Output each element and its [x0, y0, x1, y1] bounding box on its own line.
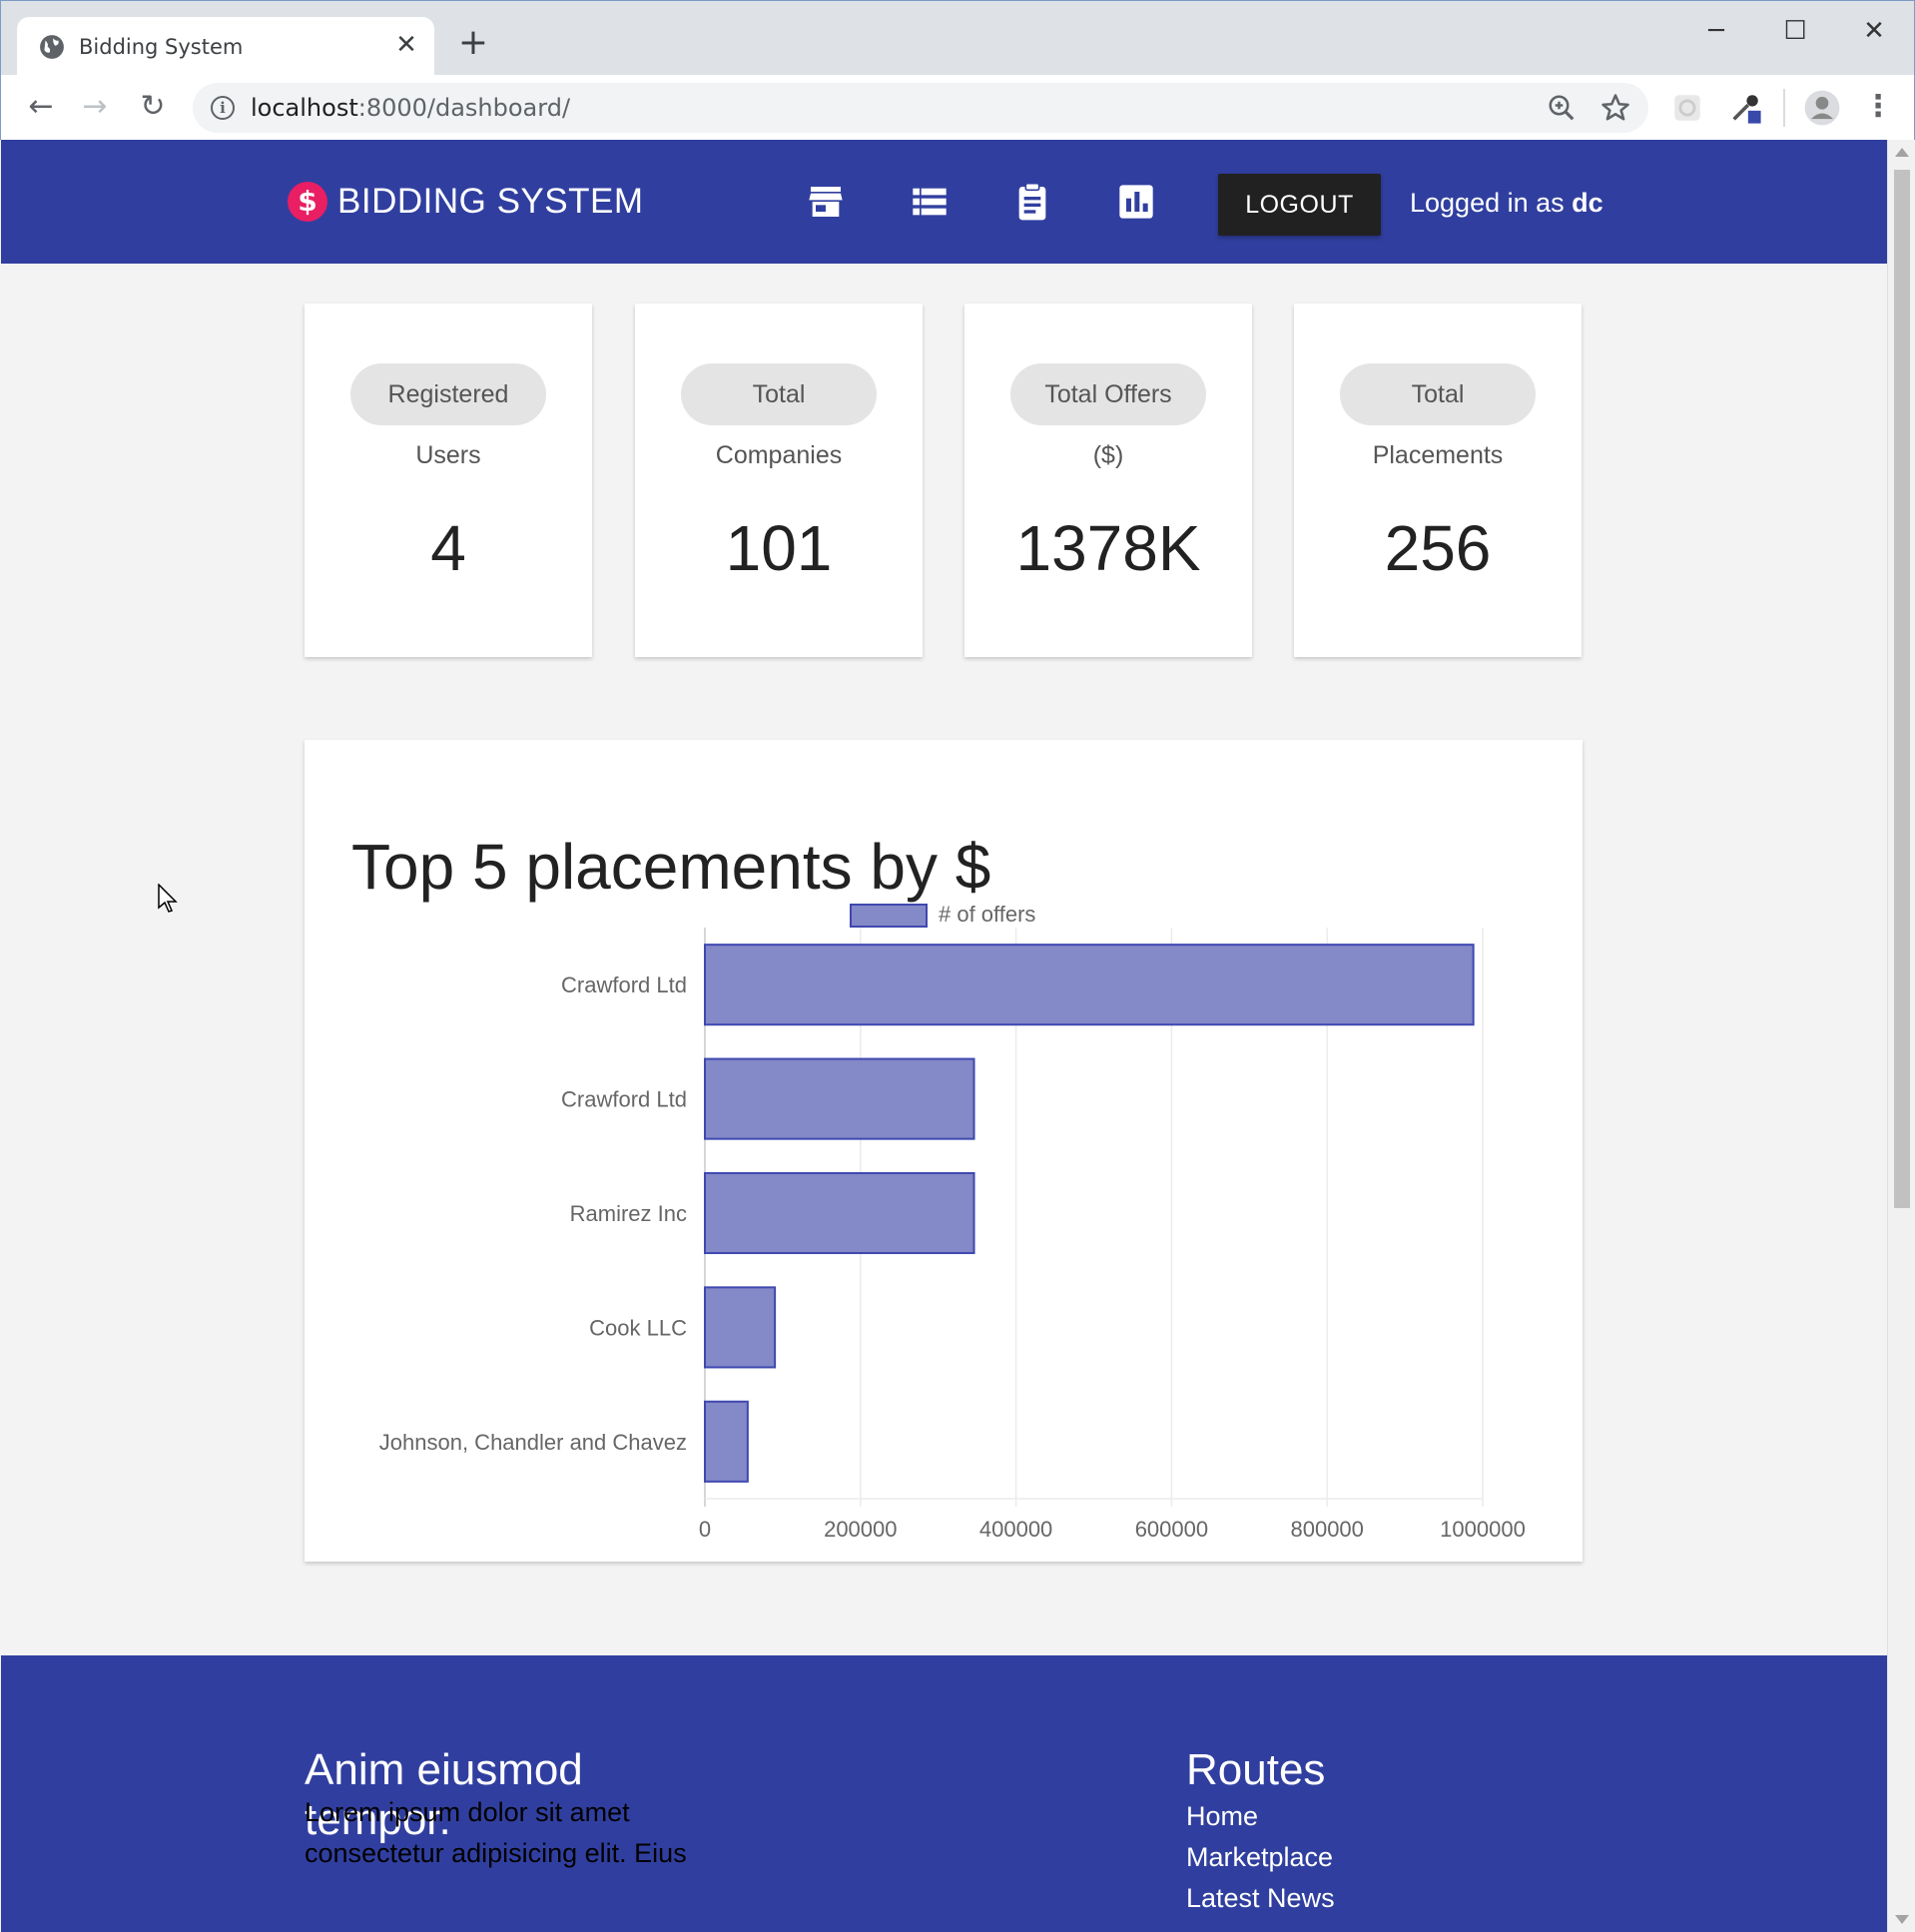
- browser-chrome: Bidding System ✕ + ─ ☐ ✕ ← → ↻ i localho…: [0, 0, 1915, 141]
- close-tab-icon[interactable]: ✕: [392, 31, 420, 59]
- scroll-down-icon[interactable]: [1895, 1915, 1909, 1924]
- stat-value: 1378K: [1015, 512, 1201, 584]
- footer: Anim eiusmod tempor. Routes: [1, 1655, 1887, 1932]
- profile-avatar-icon[interactable]: [1803, 89, 1841, 127]
- mouse-cursor-icon: [158, 884, 178, 913]
- x-tick-label: 200000: [824, 1517, 897, 1542]
- star-icon[interactable]: [1600, 93, 1630, 123]
- brand[interactable]: $ BIDDING SYSTEM: [288, 180, 643, 224]
- scrollbar[interactable]: [1887, 140, 1915, 1932]
- stat-card-users: Registered Users 4: [305, 304, 592, 657]
- back-icon[interactable]: ←: [23, 89, 59, 125]
- stat-label: Users: [415, 441, 481, 469]
- list-icon[interactable]: [910, 182, 950, 222]
- stat-chip: Total Offers: [1010, 363, 1206, 425]
- footer-link-latest-news[interactable]: Latest News: [1186, 1883, 1335, 1914]
- chart-card: Top 5 placements by $ 0 200000 400000 60000…: [305, 740, 1583, 1562]
- minimize-icon[interactable]: ─: [1686, 11, 1746, 51]
- stat-card-placements: Total Placements 256: [1294, 304, 1582, 657]
- legend-label: # of offers: [939, 902, 1035, 927]
- stat-value: 4: [430, 512, 466, 584]
- bar: [704, 944, 1475, 1026]
- footer-link-marketplace[interactable]: Marketplace: [1186, 1842, 1333, 1873]
- legend-swatch: [850, 904, 928, 928]
- username: dc: [1572, 188, 1603, 218]
- browser-toolbar: ← → ↻ i localhost:8000/dashboard/ ⋮: [1, 75, 1914, 141]
- y-category-label: Crawford Ltd: [561, 1087, 687, 1112]
- info-icon[interactable]: i: [211, 96, 235, 120]
- footer-link-home[interactable]: Home: [1186, 1801, 1258, 1832]
- menu-kebab-icon[interactable]: ⋮: [1860, 89, 1896, 125]
- logged-in-status: Logged in as dc: [1410, 188, 1603, 218]
- scroll-up-icon[interactable]: [1895, 148, 1909, 157]
- bar: [704, 1286, 777, 1369]
- url-text[interactable]: localhost:8000/dashboard/: [251, 94, 570, 122]
- bar: [704, 1400, 749, 1483]
- bar-chart-icon[interactable]: [1116, 182, 1156, 222]
- stat-value: 101: [725, 512, 833, 584]
- scroll-thumb[interactable]: [1894, 170, 1910, 1208]
- logout-button[interactable]: LOGOUT: [1218, 174, 1381, 236]
- app-navbar: $ BIDDING SYSTEM LOGOUT Logged in as dc: [1, 140, 1887, 264]
- brand-title: BIDDING SYSTEM: [337, 182, 644, 221]
- x-tick-label: 1000000: [1440, 1517, 1526, 1542]
- new-tab-icon[interactable]: +: [456, 25, 490, 61]
- y-category-label: Crawford Ltd: [561, 972, 687, 997]
- stat-card-offers: Total Offers ($) 1378K: [964, 304, 1252, 657]
- footer-text: Lorem ipsum dolor sit amet consectetur a…: [305, 1797, 687, 1868]
- store-icon[interactable]: [806, 182, 846, 222]
- tab-title: Bidding System: [79, 35, 244, 59]
- routes-heading: Routes: [1186, 1745, 1326, 1794]
- toolbar-divider: [1783, 89, 1785, 127]
- stat-card-companies: Total Companies 101: [635, 304, 923, 657]
- clipboard-icon[interactable]: [1012, 182, 1052, 222]
- dollar-logo-icon: $: [288, 182, 327, 222]
- browser-tab[interactable]: Bidding System ✕: [17, 17, 434, 75]
- y-category-label: Johnson, Chandler and Chavez: [379, 1430, 687, 1455]
- bar: [704, 1171, 975, 1255]
- stat-value: 256: [1384, 512, 1492, 584]
- page-viewport: $ BIDDING SYSTEM LOGOUT Logged in as dc …: [1, 140, 1887, 1932]
- stat-label: Companies: [715, 441, 843, 469]
- address-bar[interactable]: i localhost:8000/dashboard/: [193, 83, 1648, 133]
- forward-icon[interactable]: →: [77, 89, 113, 125]
- stat-chip: Total: [681, 363, 877, 425]
- close-window-icon[interactable]: ✕: [1844, 11, 1904, 51]
- y-category-label: Cook LLC: [589, 1315, 687, 1340]
- stat-chip: Total: [1340, 363, 1536, 425]
- bar: [704, 1057, 975, 1140]
- stat-label: ($): [1092, 441, 1124, 469]
- globe-icon: [40, 35, 64, 59]
- reload-icon[interactable]: ↻: [135, 89, 171, 125]
- x-tick-label: 0: [699, 1517, 711, 1542]
- bar-chart: 0 200000 400000 600000 800000 1000000 Crawford…: [379, 902, 1526, 1542]
- x-tick-label: 600000: [1135, 1517, 1208, 1542]
- zoom-icon[interactable]: [1547, 93, 1577, 123]
- tab-strip: Bidding System ✕ + ─ ☐ ✕: [1, 1, 1914, 75]
- eyedropper-extension-icon[interactable]: [1728, 91, 1762, 125]
- y-category-label: Ramirez Inc: [570, 1201, 687, 1226]
- extension-icon[interactable]: [1670, 91, 1704, 125]
- maximize-icon[interactable]: ☐: [1765, 11, 1825, 51]
- stat-label: Placements: [1372, 441, 1504, 469]
- x-tick-label: 400000: [979, 1517, 1052, 1542]
- x-tick-label: 800000: [1290, 1517, 1363, 1542]
- stat-chip: Registered: [350, 363, 546, 425]
